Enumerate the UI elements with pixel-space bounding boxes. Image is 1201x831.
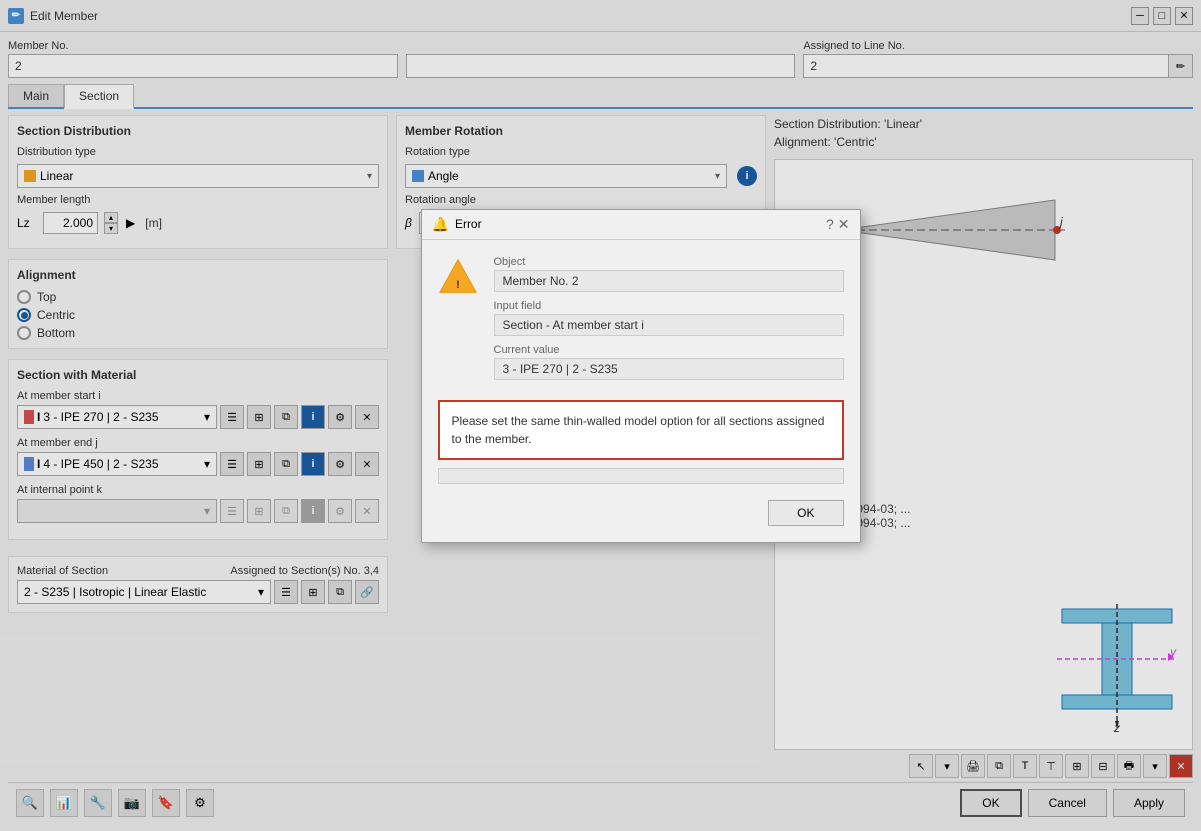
object-field: Object Member No. 2: [494, 256, 844, 292]
dialog-fields: Object Member No. 2 Input field Section …: [494, 256, 844, 388]
error-dialog-overlay: 🔔 Error ? ✕ ! O: [0, 0, 1201, 831]
input-field-value: Section - At member start i: [494, 314, 844, 336]
dialog-close-button[interactable]: ✕: [838, 216, 850, 233]
object-label: Object: [494, 256, 844, 268]
warning-icon: !: [438, 256, 478, 296]
dialog-body: ! Object Member No. 2 Input field Sectio…: [422, 240, 860, 492]
dialog-title-text: Error: [455, 217, 482, 231]
input-field-label: Input field: [494, 300, 844, 312]
dialog-ok-button[interactable]: OK: [768, 500, 843, 526]
input-field-group: Input field Section - At member start i: [494, 300, 844, 336]
dialog-help-button[interactable]: ?: [826, 216, 834, 232]
svg-text:!: !: [456, 278, 460, 290]
current-value-text: 3 - IPE 270 | 2 - S235: [494, 358, 844, 380]
dialog-title-bar: 🔔 Error ? ✕: [422, 210, 860, 240]
current-value-label: Current value: [494, 344, 844, 356]
error-message-box: Please set the same thin-walled model op…: [438, 400, 844, 460]
dialog-progress-bar: [438, 468, 844, 484]
error-message-text: Please set the same thin-walled model op…: [452, 414, 825, 446]
dialog-ok-row: OK: [422, 492, 860, 542]
object-value: Member No. 2: [494, 270, 844, 292]
current-value-group: Current value 3 - IPE 270 | 2 - S235: [494, 344, 844, 380]
dialog-error-icon: 🔔: [432, 216, 449, 233]
error-dialog: 🔔 Error ? ✕ ! O: [421, 209, 861, 543]
